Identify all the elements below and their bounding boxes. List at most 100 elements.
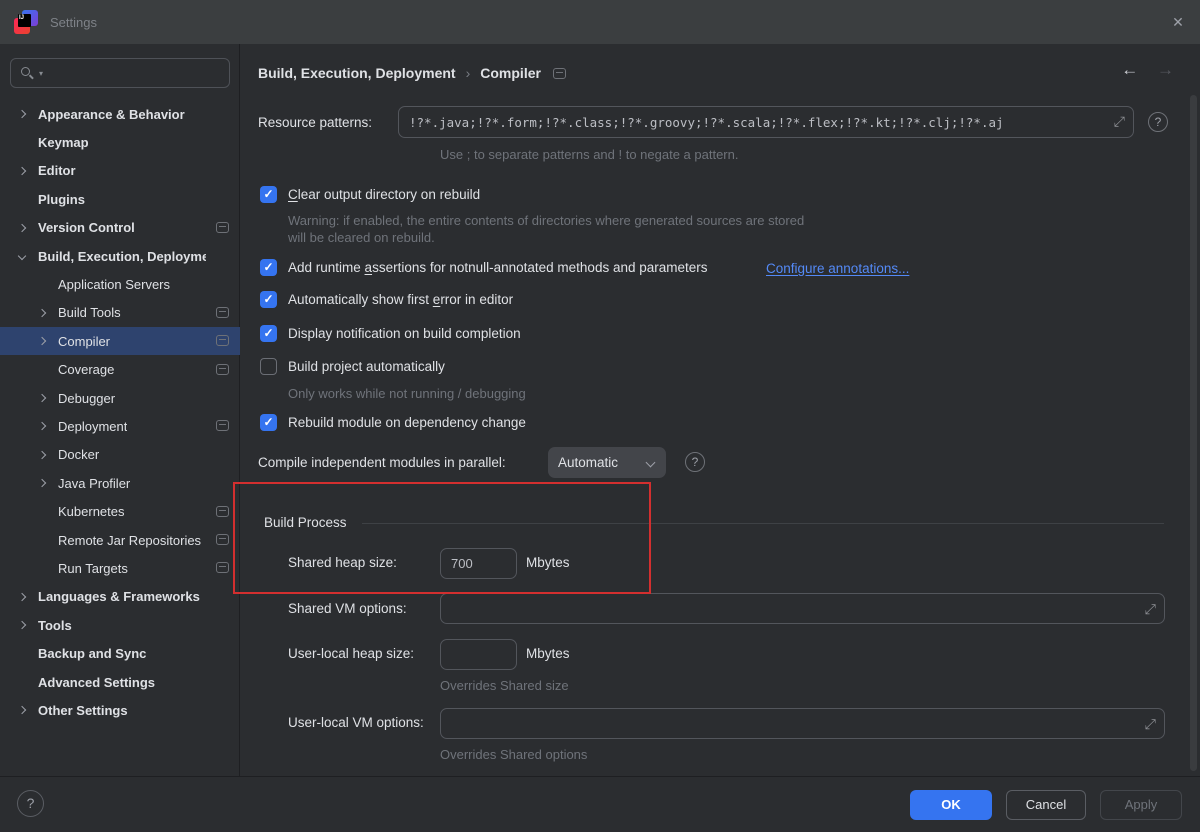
cancel-button[interactable]: Cancel [1006,790,1086,820]
project-settings-icon [216,420,229,431]
sidebar-item-editor[interactable]: Editor [0,157,240,185]
sidebar-item-backup-and-sync[interactable]: Backup and Sync [0,640,240,668]
display-notification-checkbox[interactable] [260,325,277,342]
add-runtime-assertions-checkbox[interactable] [260,259,277,276]
forward-arrow-icon[interactable]: → [1157,60,1174,79]
build-process-group-title: Build Process [264,515,347,530]
chevron-right-icon[interactable] [14,106,30,122]
project-settings-icon [216,364,229,375]
user-local-heap-size-field[interactable] [440,639,517,670]
sidebar-item-languages-frameworks[interactable]: Languages & Frameworks [0,583,240,611]
shared-heap-size-field[interactable] [440,548,517,579]
project-settings-icon [216,335,229,346]
chevron-right-icon[interactable] [34,475,50,491]
sidebar-item-appearance-behavior[interactable]: Appearance & Behavior [0,100,240,128]
sidebar-item-deployment[interactable]: Deployment [0,412,240,440]
chevron-right-icon[interactable] [34,418,50,434]
chevron-down-icon[interactable] [14,248,30,264]
user-local-heap-size-input[interactable] [441,647,516,662]
compiler-settings-panel: Build, Execution, Deployment › Compiler … [241,44,1200,776]
breadcrumb-compiler: Compiler [480,65,541,81]
user-local-heap-size-label: User-local heap size: [288,646,414,661]
sidebar-item-java-profiler[interactable]: Java Profiler [0,469,240,497]
sidebar-item-advanced-settings[interactable]: Advanced Settings [0,668,240,696]
sidebar-item-other-settings[interactable]: Other Settings [0,696,240,724]
compile-parallel-dropdown[interactable]: Automatic [548,447,666,478]
project-settings-icon [216,222,229,233]
ok-button[interactable]: OK [910,790,992,820]
sidebar-item-version-control[interactable]: Version Control [0,214,240,242]
build-project-automatically-checkbox[interactable] [260,358,277,375]
resource-patterns-field[interactable]: ⤢ [398,106,1134,138]
chevron-right-icon[interactable] [14,220,30,236]
help-icon[interactable]: ? [685,452,705,472]
close-icon[interactable]: ✕ [1168,12,1188,32]
search-input[interactable]: ▾ [10,58,230,88]
sidebar-item-docker[interactable]: Docker [0,441,240,469]
clear-output-directory-row: Clear output directory on rebuild [260,186,480,203]
build-automatically-hint: Only works while not running / debugging [288,386,526,401]
expand-field-icon[interactable]: ⤢ [1145,715,1156,732]
compile-parallel-label: Compile independent modules in parallel: [258,455,506,470]
resource-patterns-input[interactable] [399,115,1133,130]
sidebar-item-build-tools[interactable]: Build Tools [0,299,240,327]
chevron-right-icon[interactable] [14,617,30,633]
show-first-error-row: Automatically show first error in editor [260,291,513,308]
shared-vm-options-input[interactable] [441,601,1164,616]
user-local-vm-options-input[interactable] [441,716,1164,731]
help-button[interactable]: ? [17,790,44,817]
group-divider [362,523,1164,524]
configure-annotations-link[interactable]: Configure annotations... [766,261,909,276]
project-settings-icon [216,506,229,517]
dialog-footer: ? OK Cancel Apply [0,776,1200,832]
display-notification-row: Display notification on build completion [260,325,521,342]
shared-heap-size-input[interactable] [441,556,516,571]
shared-vm-options-label: Shared VM options: [288,601,407,616]
apply-button[interactable]: Apply [1100,790,1182,820]
build-project-automatically-row: Build project automatically [260,358,445,375]
chevron-down-icon [646,458,656,468]
expand-field-icon[interactable]: ⤢ [1145,600,1156,617]
sidebar-item-compiler[interactable]: Compiler [0,327,240,355]
shared-heap-size-label: Shared heap size: [288,555,397,570]
rebuild-module-checkbox[interactable] [260,414,277,431]
project-settings-icon [553,68,566,79]
help-icon[interactable]: ? [1148,112,1168,132]
clear-output-directory-checkbox[interactable] [260,186,277,203]
chevron-right-icon[interactable] [34,333,50,349]
search-icon [20,65,36,81]
chevron-right-icon[interactable] [14,702,30,718]
sidebar-item-build-execution-deployment[interactable]: Build, Execution, Deployme [0,242,240,270]
back-arrow-icon[interactable]: ← [1121,60,1138,79]
search-history-caret-icon[interactable]: ▾ [39,69,43,78]
chevron-right-icon[interactable] [14,163,30,179]
expand-field-icon[interactable]: ⤢ [1114,114,1125,130]
sidebar-item-coverage[interactable]: Coverage [0,356,240,384]
resource-patterns-label: Resource patterns: [258,115,372,130]
window-title: Settings [50,15,97,30]
shared-vm-options-field[interactable]: ⤢ [440,593,1165,624]
user-local-vm-options-label: User-local VM options: [288,715,424,730]
shared-heap-unit: Mbytes [526,555,570,570]
user-local-vm-options-field[interactable]: ⤢ [440,708,1165,739]
sidebar-item-plugins[interactable]: Plugins [0,185,240,213]
show-first-error-checkbox[interactable] [260,291,277,308]
add-runtime-assertions-row: Add runtime assertions for notnull-annot… [260,259,708,276]
vertical-scrollbar[interactable] [1190,95,1197,771]
sidebar-item-remote-jar-repositories[interactable]: Remote Jar Repositories [0,526,240,554]
chevron-right-icon[interactable] [34,390,50,406]
chevron-right-icon[interactable] [14,589,30,605]
rebuild-module-row: Rebuild module on dependency change [260,414,526,431]
sidebar-item-keymap[interactable]: Keymap [0,128,240,156]
chevron-right-icon[interactable] [34,305,50,321]
sidebar-item-run-targets[interactable]: Run Targets [0,554,240,582]
intellij-logo-icon: IJ [14,10,38,34]
sidebar-item-debugger[interactable]: Debugger [0,384,240,412]
breadcrumb: Build, Execution, Deployment › Compiler [258,65,566,81]
sidebar-item-tools[interactable]: Tools [0,611,240,639]
breadcrumb-build-execution-deployment[interactable]: Build, Execution, Deployment [258,65,456,81]
chevron-right-icon[interactable] [34,447,50,463]
sidebar-item-kubernetes[interactable]: Kubernetes [0,498,240,526]
sidebar-item-application-servers[interactable]: Application Servers [0,270,240,298]
project-settings-icon [216,562,229,573]
